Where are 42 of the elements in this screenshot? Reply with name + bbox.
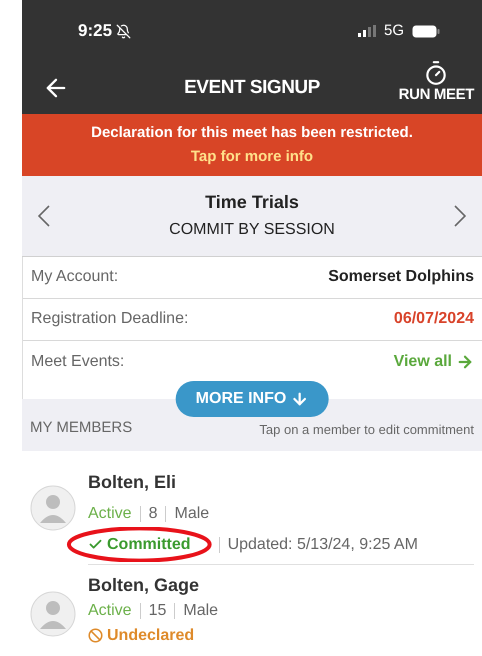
member-row[interactable]: Bolten, Eli Active 8 Male Committed Updated: 5/13/24, 9:25 AM <box>22 463 482 570</box>
header-title: EVENT SIGNUP <box>184 76 320 100</box>
previous-button[interactable] <box>38 204 50 227</box>
updated-time: Updated: 5/13/24, 9:25 AM <box>228 535 418 556</box>
member-gender: Male <box>183 601 218 622</box>
network-label: 5G <box>384 20 404 41</box>
signal-icon <box>358 25 376 37</box>
info-value: Somerset Dolphins <box>328 267 474 288</box>
run-meet-button[interactable]: RUN MEET <box>398 60 474 104</box>
restriction-banner[interactable]: Declaration for this meet has been restricted. Tap for more info <box>22 114 482 176</box>
member-row[interactable]: Bolten, Gage Active 15 Male Undeclared <box>22 569 482 656</box>
member-age: 8 <box>148 504 158 524</box>
member-gender: Male <box>174 504 210 524</box>
status-time: 9:25 <box>78 20 112 42</box>
battery-icon <box>412 24 440 38</box>
avatar-icon <box>30 591 76 638</box>
info-label: My Account: <box>31 267 118 288</box>
commitment-status: Committed <box>88 529 191 560</box>
info-label: Registration Deadline: <box>31 309 188 330</box>
commitment-status: Undeclared <box>88 623 194 648</box>
next-button[interactable] <box>454 204 466 227</box>
member-name: Bolten, Gage <box>88 574 200 598</box>
banner-message: Declaration for this meet has been restricted. <box>91 122 413 143</box>
bell-off-icon <box>116 24 132 38</box>
members-title: MY MEMBERS <box>30 418 132 438</box>
member-status: Active <box>88 504 132 524</box>
chevron-right-icon <box>454 204 466 227</box>
session-subtitle: COMMIT BY SESSION <box>169 220 335 240</box>
member-age: 15 <box>148 601 166 622</box>
arrow-right-icon <box>456 352 474 371</box>
members-hint: Tap on a member to edit commitment <box>259 420 474 439</box>
info-value: 06/07/2024 <box>394 309 474 330</box>
member-status: Active <box>88 601 132 622</box>
avatar-icon <box>30 485 76 532</box>
session-title: Time Trials <box>205 190 299 214</box>
chevron-left-icon <box>38 204 50 227</box>
more-info-button[interactable]: MORE INFO <box>176 380 328 417</box>
info-label: Meet Events: <box>31 352 124 372</box>
member-name: Bolten, Eli <box>88 471 178 494</box>
prohibited-icon <box>88 628 103 644</box>
banner-link[interactable]: Tap for more info <box>190 144 314 169</box>
view-all-link[interactable]: View all <box>394 350 474 374</box>
